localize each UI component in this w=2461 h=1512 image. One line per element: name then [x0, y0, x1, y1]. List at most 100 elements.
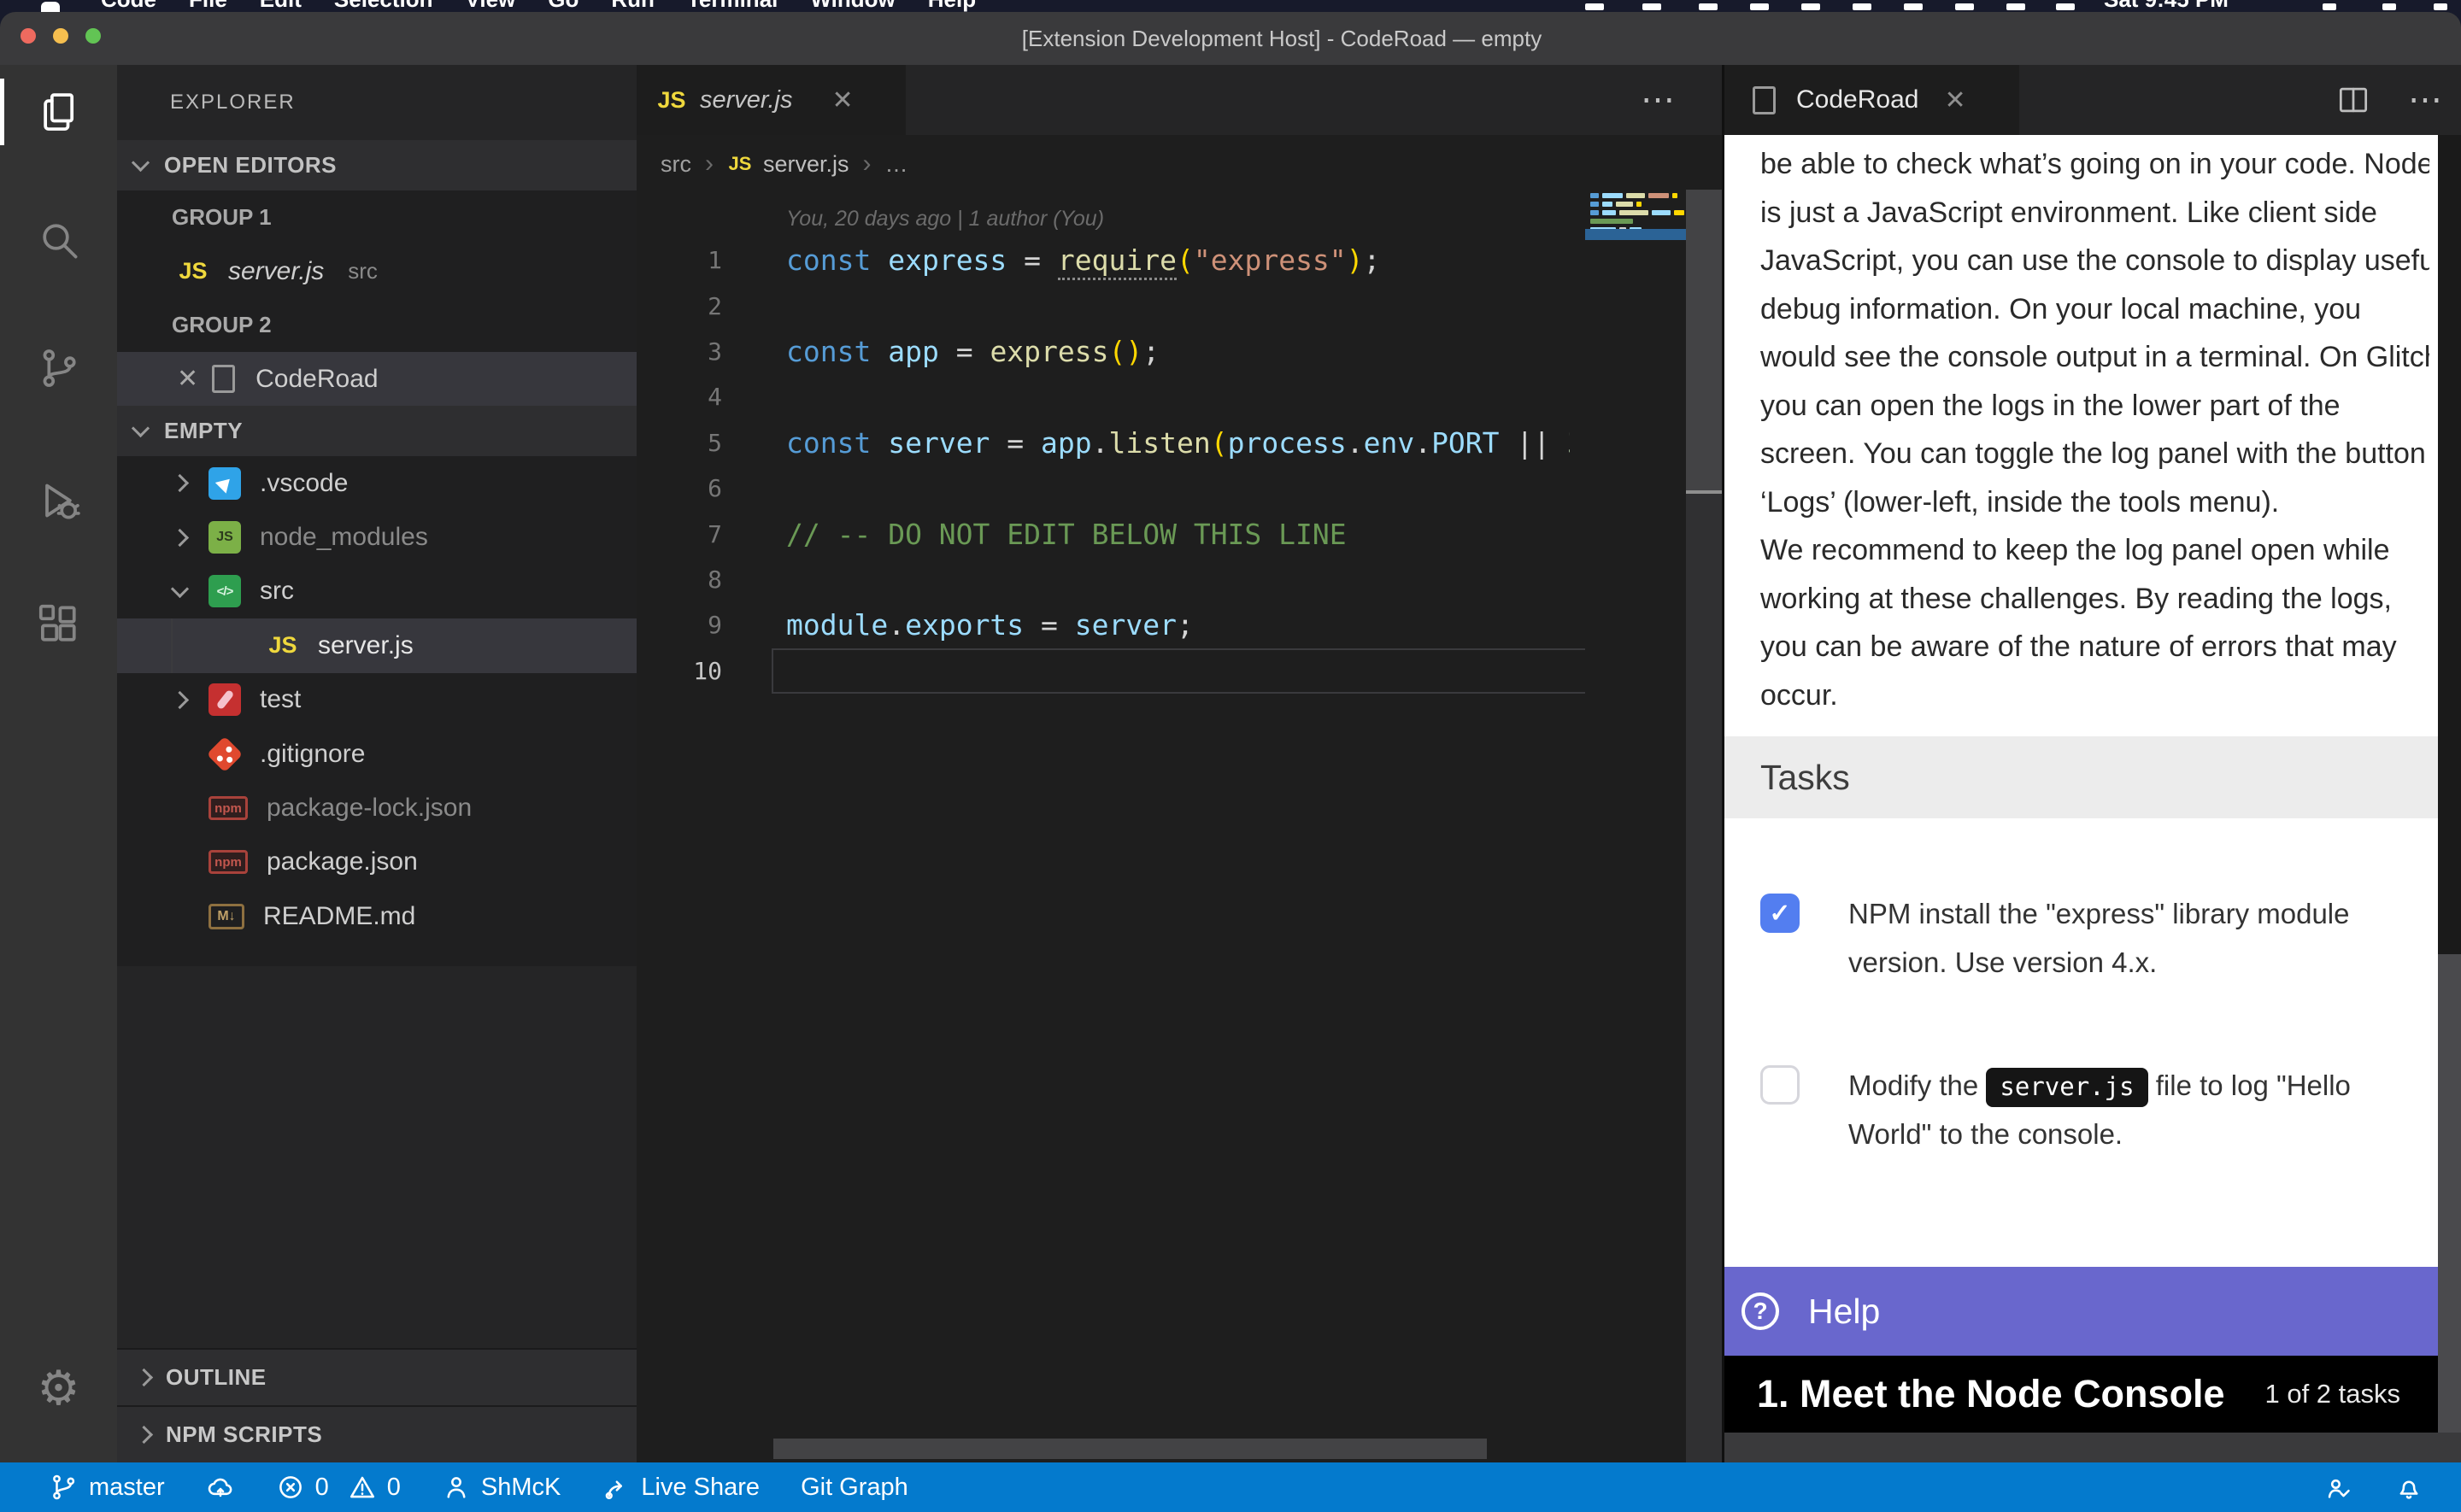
status-label: 0	[387, 1474, 401, 1502]
panel-more-actions-button[interactable]: ⋯	[2408, 80, 2442, 120]
tree-item-package-json[interactable]: npmpackage.json	[117, 835, 637, 889]
minimap-segment	[1672, 193, 1677, 198]
minimap-segment	[1590, 202, 1599, 207]
tree-item-label: package.json	[267, 847, 418, 876]
token: listen	[1109, 426, 1211, 460]
menu-file[interactable]: File	[189, 0, 227, 12]
close-tab-icon[interactable]: ✕	[1944, 85, 1965, 115]
task-text-segment: file to log "Hello	[2148, 1070, 2351, 1101]
code-line-6[interactable]: 6	[637, 466, 1570, 511]
open-editor-item-coderoad[interactable]: ✕CodeRoad	[117, 352, 637, 406]
activity-source-control[interactable]	[0, 330, 117, 407]
tree-item-node_modules[interactable]: JSnode_modules	[117, 510, 637, 564]
webview-scrollbar[interactable]	[2438, 135, 2461, 1433]
sidebar-section-npm-scripts[interactable]: NPM SCRIPTS	[117, 1405, 637, 1462]
menu-view[interactable]: View	[466, 0, 516, 12]
split-editor-icon[interactable]	[2335, 81, 2372, 119]
menu-terminal[interactable]: Terminal	[687, 0, 778, 12]
tree-item-test[interactable]: test	[117, 673, 637, 727]
tree-item-server-js[interactable]: JSserver.js	[117, 618, 637, 672]
editor-horizontal-scrollbar[interactable]	[773, 1439, 1487, 1459]
close-tab-icon[interactable]: ✕	[832, 85, 854, 115]
scrollbar-thumb[interactable]	[1686, 190, 1722, 494]
menu-edit[interactable]: Edit	[260, 0, 302, 12]
menu-bar-status-icon	[1904, 3, 1923, 10]
code-line-5[interactable]: 5const server = app.listen(process.env.P…	[637, 420, 1570, 466]
breadcrumb: src›JSserver.js›…	[661, 135, 908, 193]
menu-help[interactable]: Help	[928, 0, 976, 12]
chevron-down-icon	[171, 580, 189, 598]
code-area[interactable]: 1const express = require("express");23co…	[637, 237, 1570, 694]
status-shmck[interactable]: ShMcK	[442, 1473, 561, 1502]
line-number: 7	[637, 520, 722, 548]
minimap[interactable]	[1585, 190, 1686, 1462]
tree-item-src[interactable]: </>src	[117, 565, 637, 618]
breadcrumb-item-server-js[interactable]: JSserver.js	[727, 151, 849, 178]
code-line-8[interactable]: 8	[637, 557, 1570, 602]
code-line-2[interactable]: 2	[637, 283, 1570, 328]
tree-item-package-lock-json[interactable]: npmpackage-lock.json	[117, 781, 637, 835]
close-icon[interactable]: ✕	[177, 364, 198, 394]
checkbox-unchecked[interactable]	[1760, 1065, 1800, 1105]
activity-explorer[interactable]	[0, 73, 117, 150]
status-0[interactable]: 0	[348, 1473, 401, 1502]
menu-code[interactable]: Code	[101, 0, 156, 12]
folder-section-header-empty[interactable]: EMPTY	[117, 406, 637, 456]
help-section-header[interactable]: ? Help	[1724, 1267, 2438, 1356]
breadcrumb-label: src	[661, 151, 691, 178]
code-text: module.exports = server;	[722, 608, 1194, 642]
status-0[interactable]: 0	[276, 1473, 329, 1502]
checkbox-checked[interactable]: ✓	[1760, 894, 1800, 933]
activity-settings[interactable]: ⚙	[0, 1350, 117, 1427]
tree-item--gitignore[interactable]: .gitignore	[117, 727, 637, 781]
status-cloud[interactable]	[206, 1473, 235, 1502]
close-window-button[interactable]	[21, 28, 36, 44]
open-editor-item-server-js[interactable]: JSserver.jssrc	[117, 244, 637, 298]
gear-icon: ⚙	[37, 1364, 79, 1412]
no-chevron	[173, 747, 186, 760]
status-master[interactable]: master	[50, 1473, 165, 1502]
activity-run-debug[interactable]	[0, 462, 117, 539]
status-git-graph[interactable]: Git Graph	[801, 1474, 908, 1502]
open-editors-header[interactable]: OPEN EDITORS	[117, 140, 637, 190]
breadcrumb-item--[interactable]: …	[885, 151, 908, 178]
breadcrumb-separator: ›	[863, 149, 872, 179]
apple-logo-icon[interactable]	[41, 2, 60, 12]
code-line-7[interactable]: 7// -- DO NOT EDIT BELOW THIS LINE	[637, 511, 1570, 556]
macos-menu-bar: Code File Edit Selection View Go Run Terminal Wi…	[0, 0, 2461, 12]
activity-search[interactable]	[0, 202, 117, 278]
zoom-window-button[interactable]	[85, 28, 101, 44]
sidebar-section-outline[interactable]: OUTLINE	[117, 1348, 637, 1405]
code-text: // -- DO NOT EDIT BELOW THIS LINE	[722, 518, 1347, 551]
tab-coderoad[interactable]: CodeRoad ✕	[1724, 65, 2019, 135]
tutorial-text-line: you can be aware of the nature of errors…	[1760, 623, 2429, 671]
chevron-right-icon	[135, 1426, 153, 1444]
status-person-check[interactable]	[2324, 1473, 2353, 1502]
scrollbar-thumb[interactable]	[2438, 954, 2461, 1433]
tab-server-js[interactable]: JS server.js ✕	[637, 65, 906, 135]
menu-window[interactable]: Window	[810, 0, 895, 12]
menu-selection[interactable]: Selection	[334, 0, 433, 12]
menu-go[interactable]: Go	[548, 0, 579, 12]
activity-extensions[interactable]	[0, 586, 117, 663]
token: app	[1041, 426, 1092, 460]
tree-item--vscode[interactable]: .vscode	[117, 456, 637, 510]
breadcrumb-item-src[interactable]: src	[661, 151, 691, 178]
editor-vertical-scrollbar[interactable]	[1686, 190, 1722, 1462]
status-problems[interactable]: 00	[276, 1473, 401, 1502]
code-line-10[interactable]: 10	[637, 648, 1570, 694]
menu-run[interactable]: Run	[611, 0, 655, 12]
status-bell[interactable]	[2394, 1473, 2423, 1502]
person-check-icon	[2324, 1473, 2353, 1502]
tree-item-readme-md[interactable]: M↓README.md	[117, 889, 637, 943]
status-live-share[interactable]: Live Share	[602, 1473, 760, 1502]
minimap-segment	[1590, 219, 1633, 224]
code-line-9[interactable]: 9module.exports = server;	[637, 602, 1570, 648]
minimize-window-button[interactable]	[53, 28, 68, 44]
code-line-4[interactable]: 4	[637, 374, 1570, 419]
code-text: const server = app.listen(process.env.PO…	[722, 426, 1570, 460]
editor-more-actions-button[interactable]: ⋯	[1641, 65, 1675, 135]
chevron-right-icon	[171, 691, 189, 709]
code-line-3[interactable]: 3const app = express();	[637, 329, 1570, 374]
code-line-1[interactable]: 1const express = require("express");	[637, 237, 1570, 283]
